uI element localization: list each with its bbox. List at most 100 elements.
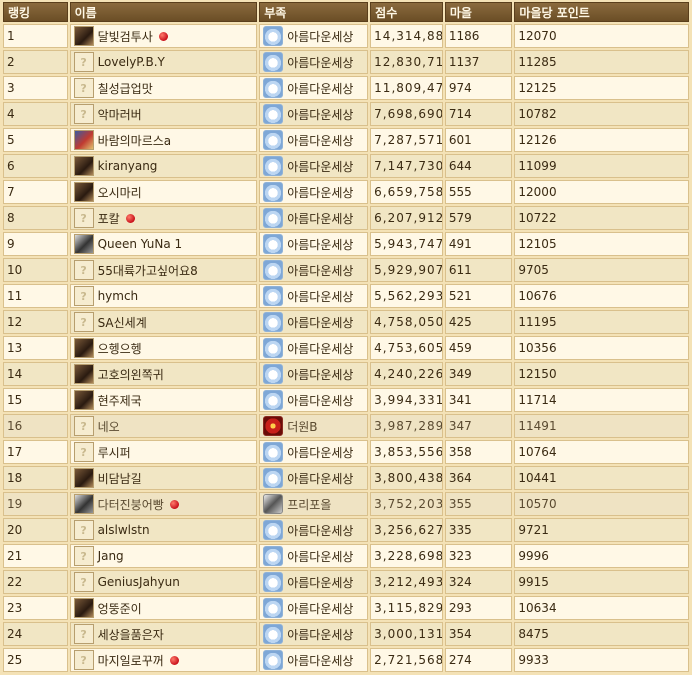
- tribe-emblem-icon[interactable]: [263, 130, 284, 150]
- tribe-emblem-icon[interactable]: [263, 208, 284, 228]
- player-name-link[interactable]: kiranyang: [98, 159, 158, 173]
- player-avatar[interactable]: [73, 26, 94, 46]
- player-avatar[interactable]: ?: [73, 546, 94, 566]
- player-name-link[interactable]: Jang: [98, 549, 124, 563]
- player-avatar[interactable]: [73, 338, 94, 358]
- tribe-emblem-icon[interactable]: [263, 650, 284, 670]
- header-score[interactable]: 점수: [370, 2, 443, 22]
- player-name-link[interactable]: 달빛검투사: [98, 28, 153, 45]
- tribe-emblem-icon[interactable]: [263, 78, 284, 98]
- tribe-name-link[interactable]: 프리포올: [287, 496, 331, 513]
- player-name-link[interactable]: 고호의왼쪽귀: [98, 366, 164, 383]
- tribe-emblem-icon[interactable]: [263, 26, 284, 46]
- player-name-link[interactable]: 55대륙가고싶어요8: [98, 262, 198, 279]
- player-name-link[interactable]: 바람의마르스a: [98, 132, 172, 149]
- tribe-name-link[interactable]: 아름다운세상: [287, 652, 353, 669]
- player-avatar[interactable]: [73, 234, 94, 254]
- player-avatar[interactable]: [73, 494, 94, 514]
- header-points-per-town[interactable]: 마을당 포인트: [514, 2, 689, 22]
- player-name-link[interactable]: 오시마리: [98, 184, 142, 201]
- player-name-link[interactable]: 다터진붕어빵: [98, 496, 164, 513]
- player-avatar[interactable]: ?: [73, 520, 94, 540]
- tribe-emblem-icon[interactable]: [263, 260, 284, 280]
- header-name[interactable]: 이름: [69, 2, 258, 22]
- tribe-emblem-icon[interactable]: [263, 624, 284, 644]
- tribe-emblem-icon[interactable]: [263, 312, 284, 332]
- tribe-emblem-icon[interactable]: [263, 182, 284, 202]
- player-name-link[interactable]: SA신세계: [98, 314, 147, 331]
- tribe-name-link[interactable]: 아름다운세상: [287, 158, 353, 175]
- tribe-name-link[interactable]: 아름다운세상: [287, 626, 353, 643]
- tribe-emblem-icon[interactable]: [263, 546, 284, 566]
- tribe-name-link[interactable]: 아름다운세상: [287, 236, 353, 253]
- player-name-link[interactable]: LovelyP.B.Y: [98, 55, 165, 69]
- tribe-emblem-icon[interactable]: [263, 598, 284, 618]
- tribe-emblem-icon[interactable]: [263, 234, 284, 254]
- tribe-emblem-icon[interactable]: [263, 494, 284, 514]
- tribe-name-link[interactable]: 아름다운세상: [287, 106, 353, 123]
- tribe-emblem-icon[interactable]: [263, 286, 284, 306]
- tribe-name-link[interactable]: 아름다운세상: [287, 288, 353, 305]
- player-avatar[interactable]: ?: [73, 208, 94, 228]
- header-towns[interactable]: 마을: [444, 2, 513, 22]
- tribe-name-link[interactable]: 아름다운세상: [287, 600, 353, 617]
- player-avatar[interactable]: ?: [73, 650, 94, 670]
- tribe-name-link[interactable]: 아름다운세상: [287, 80, 353, 97]
- player-name-link[interactable]: 비담남길: [98, 470, 142, 487]
- tribe-name-link[interactable]: 아름다운세상: [287, 54, 353, 71]
- player-name-link[interactable]: Queen YuNa 1: [98, 237, 183, 251]
- player-name-link[interactable]: 세상을품은자: [98, 626, 164, 643]
- tribe-name-link[interactable]: 아름다운세상: [287, 28, 353, 45]
- player-avatar[interactable]: [73, 468, 94, 488]
- tribe-name-link[interactable]: 아름다운세상: [287, 132, 353, 149]
- tribe-name-link[interactable]: 아름다운세상: [287, 548, 353, 565]
- tribe-emblem-icon[interactable]: [263, 572, 284, 592]
- player-name-link[interactable]: 마지일로꾸꺼: [98, 652, 164, 669]
- player-avatar[interactable]: ?: [73, 78, 94, 98]
- header-tribe[interactable]: 부족: [259, 2, 369, 22]
- tribe-name-link[interactable]: 아름다운세상: [287, 522, 353, 539]
- player-avatar[interactable]: ?: [73, 52, 94, 72]
- tribe-name-link[interactable]: 아름다운세상: [287, 470, 353, 487]
- tribe-name-link[interactable]: 아름다운세상: [287, 444, 353, 461]
- tribe-name-link[interactable]: 아름다운세상: [287, 262, 353, 279]
- tribe-emblem-icon[interactable]: [263, 468, 284, 488]
- tribe-name-link[interactable]: 아름다운세상: [287, 340, 353, 357]
- player-avatar[interactable]: [73, 390, 94, 410]
- player-name-link[interactable]: hymch: [98, 289, 139, 303]
- player-avatar[interactable]: ?: [73, 286, 94, 306]
- player-avatar[interactable]: ?: [73, 312, 94, 332]
- tribe-name-link[interactable]: 아름다운세상: [287, 184, 353, 201]
- tribe-emblem-icon[interactable]: [263, 442, 284, 462]
- player-name-link[interactable]: 루시퍼: [98, 444, 131, 461]
- player-name-link[interactable]: 엉뚱준이: [98, 600, 142, 617]
- player-name-link[interactable]: 포칼: [98, 210, 120, 227]
- tribe-emblem-icon[interactable]: [263, 156, 284, 176]
- player-avatar[interactable]: [73, 182, 94, 202]
- tribe-name-link[interactable]: 더원B: [287, 418, 317, 435]
- tribe-name-link[interactable]: 아름다운세상: [287, 210, 353, 227]
- tribe-emblem-icon[interactable]: [263, 364, 284, 384]
- player-avatar[interactable]: ?: [73, 572, 94, 592]
- player-name-link[interactable]: 으헹으헹: [98, 340, 142, 357]
- tribe-name-link[interactable]: 아름다운세상: [287, 314, 353, 331]
- tribe-name-link[interactable]: 아름다운세상: [287, 574, 353, 591]
- tribe-name-link[interactable]: 아름다운세상: [287, 392, 353, 409]
- player-name-link[interactable]: 악마러버: [98, 106, 142, 123]
- tribe-emblem-icon[interactable]: [263, 52, 284, 72]
- player-name-link[interactable]: 칠성급업맛: [98, 80, 153, 97]
- player-avatar[interactable]: [73, 598, 94, 618]
- player-name-link[interactable]: alslwlstn: [98, 523, 150, 537]
- tribe-emblem-icon[interactable]: [263, 520, 284, 540]
- player-avatar[interactable]: ?: [73, 442, 94, 462]
- tribe-emblem-icon[interactable]: [263, 416, 284, 436]
- player-name-link[interactable]: GeniusJahyun: [98, 575, 180, 589]
- header-rank[interactable]: 랭킹: [3, 2, 68, 22]
- player-avatar[interactable]: ?: [73, 624, 94, 644]
- player-name-link[interactable]: 현주제국: [98, 392, 142, 409]
- player-avatar[interactable]: ?: [73, 104, 94, 124]
- player-name-link[interactable]: 네오: [98, 418, 120, 435]
- player-avatar[interactable]: [73, 130, 94, 150]
- tribe-name-link[interactable]: 아름다운세상: [287, 366, 353, 383]
- player-avatar[interactable]: ?: [73, 416, 94, 436]
